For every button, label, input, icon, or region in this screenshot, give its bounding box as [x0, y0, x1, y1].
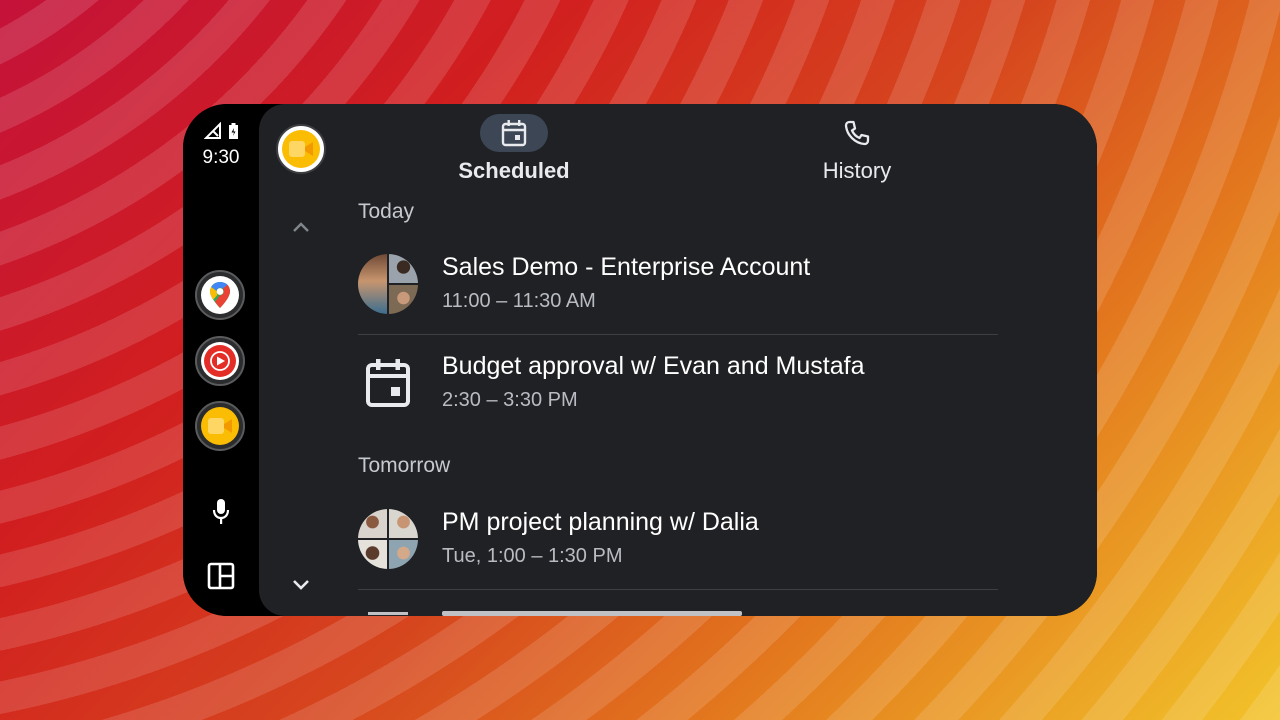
chevron-up-icon [293, 222, 309, 232]
meeting-time: Tue, 1:00 – 1:30 PM [442, 545, 623, 567]
meeting-title: Sales Demo - Enterprise Account [442, 253, 811, 281]
participants-avatar [358, 254, 418, 314]
tab-history-label: History [822, 158, 892, 183]
android-auto-screen: 9:30 Scheduled History Today Sales Demo … [183, 104, 1097, 616]
participants-avatar [358, 509, 418, 569]
signal-icon [203, 121, 222, 145]
meeting-row[interactable]: Budget approval w/ Evan and Mustafa 2:30… [358, 337, 998, 431]
tab-scheduled[interactable]: Scheduled [424, 114, 604, 184]
meeting-title: PM project planning w/ Dalia [442, 508, 759, 536]
battery-icon [228, 122, 239, 145]
clock: 9:30 [202, 147, 240, 168]
current-app-meet-icon[interactable] [276, 124, 326, 174]
youtube-music-icon [201, 342, 239, 380]
scroll-up-button[interactable] [289, 215, 313, 239]
section-heading-today: Today [358, 200, 415, 223]
app-rail: 9:30 [183, 104, 259, 616]
dashboard-icon[interactable] [205, 560, 237, 592]
maps-app-button[interactable] [195, 270, 245, 320]
tab-scheduled-label: Scheduled [458, 158, 570, 183]
calendar-icon [358, 353, 418, 413]
divider [358, 589, 998, 590]
tab-history[interactable]: History [767, 114, 947, 184]
meeting-row-partial[interactable] [358, 604, 998, 616]
scroll-down-button[interactable] [289, 573, 313, 597]
divider [358, 334, 998, 335]
meet-icon [201, 407, 239, 445]
meeting-time: 2:30 – 3:30 PM [442, 389, 578, 411]
meeting-title-partial [442, 611, 742, 616]
meeting-title: Budget approval w/ Evan and Mustafa [442, 352, 865, 380]
meet-icon [282, 130, 320, 168]
meeting-row[interactable]: Sales Demo - Enterprise Account 11:00 – … [358, 238, 998, 332]
microphone-icon[interactable] [205, 496, 237, 528]
phone-icon [823, 114, 891, 152]
chevron-down-icon [293, 580, 309, 590]
calendar-icon [480, 114, 548, 152]
meeting-row[interactable]: PM project planning w/ Dalia Tue, 1:00 –… [358, 493, 998, 587]
meet-panel: Scheduled History Today Sales Demo - Ent… [259, 104, 1097, 616]
meeting-time: 11:00 – 11:30 AM [442, 290, 596, 312]
status-bar: 9:30 [183, 121, 259, 169]
section-heading-tomorrow: Tomorrow [358, 454, 451, 477]
maps-icon [201, 276, 239, 314]
youtube-music-app-button[interactable] [195, 336, 245, 386]
meet-app-button[interactable] [195, 401, 245, 451]
list-item-icon-partial [368, 612, 408, 615]
